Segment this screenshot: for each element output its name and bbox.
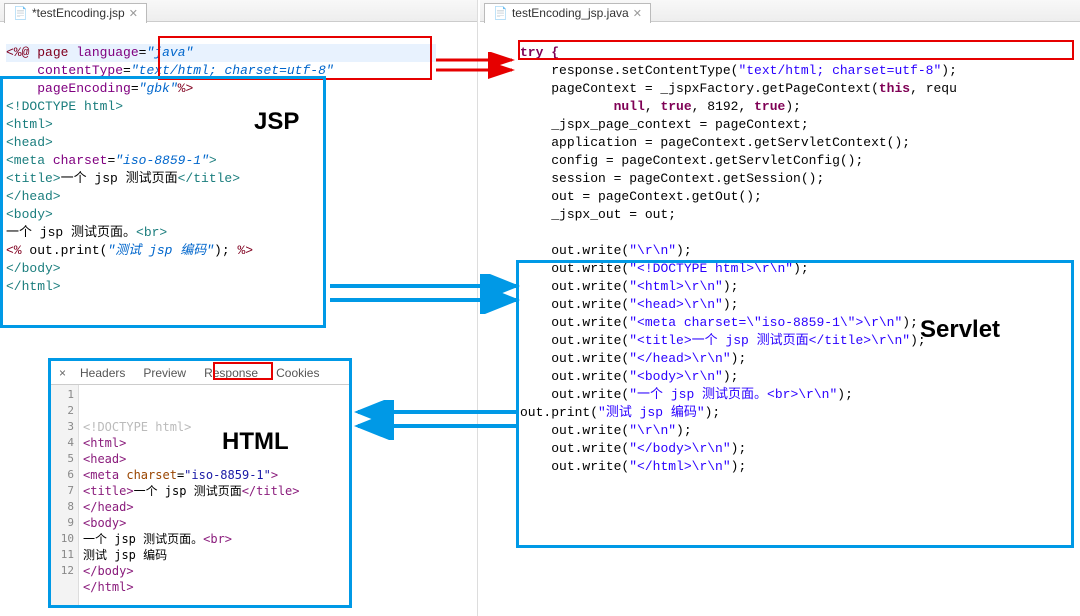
dev-doctype: <!DOCTYPE html> xyxy=(83,420,191,434)
java-pagectx: pageContext = _jspxFactory.getPageContex… xyxy=(551,81,879,96)
devtools-panel: × Headers Preview Response Cookies 1 2 3… xyxy=(50,360,350,608)
jsp-enc-val: "gbk" xyxy=(139,81,178,96)
jsp-body-close: </body> xyxy=(6,261,61,276)
jsp-title-open: <title> xyxy=(6,171,61,186)
jsp-scriptlet-end: ); xyxy=(214,243,230,258)
java-write-head: "<head>\r\n" xyxy=(629,297,723,312)
java-write-meta: "<meta charset=\"iso-8859-1\">\r\n" xyxy=(629,315,902,330)
jsp-scriptlet-str: "测试 jsp 编码" xyxy=(107,243,214,258)
java-code-area[interactable]: try { response.setContentType("text/html… xyxy=(480,22,1080,480)
jsp-html-open: <html> xyxy=(6,117,53,132)
java-l7: session = pageContext.getSession(); xyxy=(551,171,824,186)
jsp-scriptlet-open: <% xyxy=(6,243,22,258)
java-write-headc: "</head>\r\n" xyxy=(629,351,730,366)
java-print-str: "测试 jsp 编码" xyxy=(598,405,705,420)
jsp-directive-open: <%@ xyxy=(6,45,29,60)
jsp-doctype: <!DOCTYPE html> xyxy=(6,99,123,114)
jsp-title-close: </title> xyxy=(178,171,240,186)
java-write-body: "<body>\r\n" xyxy=(629,369,723,384)
jsp-head-open: <head> xyxy=(6,135,53,150)
jsp-body-open: <body> xyxy=(6,207,53,222)
label-servlet: Servlet xyxy=(920,316,1000,344)
jsp-page-kw: page xyxy=(37,45,68,60)
jsp-ct-attr: contentType xyxy=(37,63,123,78)
dev-body-open: <body> xyxy=(83,516,126,530)
file-icon: 📄 xyxy=(13,6,28,20)
java-write-html: "<html>\r\n" xyxy=(629,279,723,294)
close-icon[interactable]: × xyxy=(55,364,70,382)
right-editor-pane: 📄 testEncoding_jsp.java ✕ try { response… xyxy=(480,0,1080,616)
jsp-meta-val: "iso-8859-1" xyxy=(115,153,209,168)
tab-java-file[interactable]: 📄 testEncoding_jsp.java ✕ xyxy=(484,3,651,23)
jsp-title-text: 一个 jsp 测试页面 xyxy=(61,171,178,186)
java-write-bodyc: "</body>\r\n" xyxy=(629,441,730,456)
jsp-meta-open: <meta xyxy=(6,153,45,168)
java-write-doctype: "<!DOCTYPE html>\r\n" xyxy=(629,261,793,276)
java-l8: out = pageContext.getOut(); xyxy=(551,189,762,204)
jsp-br: <br> xyxy=(136,225,167,240)
java-l5: application = pageContext.getServletCont… xyxy=(551,135,910,150)
tab-jsp-file[interactable]: 📄 *testEncoding.jsp ✕ xyxy=(4,3,147,23)
java-l4: _jspx_page_context = pageContext; xyxy=(551,117,808,132)
java-write-htmlc: "</html>\r\n" xyxy=(629,459,730,474)
java-write-title: "<title>一个 jsp 测试页面</title>\r\n" xyxy=(629,333,910,348)
dev-head-close: </head> xyxy=(83,500,134,514)
dev-html-close: </html> xyxy=(83,580,134,594)
java-write-bodytxt: "一个 jsp 测试页面。<br>\r\n" xyxy=(629,387,837,402)
jsp-code-area[interactable]: <%@ page language="java" contentType="te… xyxy=(0,22,477,300)
devtools-gutter: 1 2 3 4 5 6 7 8 9 10 11 12 xyxy=(51,385,79,607)
jsp-lang-attr: language xyxy=(76,45,138,60)
java-write-rn: "\r\n" xyxy=(629,243,676,258)
jsp-body-text: 一个 jsp 测试页面。 xyxy=(6,225,136,240)
java-close: ); xyxy=(941,63,957,78)
devtools-code[interactable]: <!DOCTYPE html> <html> <head> <meta char… xyxy=(83,387,300,595)
label-html: HTML xyxy=(222,428,289,456)
jsp-head-close: </head> xyxy=(6,189,61,204)
devtools-tab-headers[interactable]: Headers xyxy=(72,364,133,382)
tab-label: *testEncoding.jsp xyxy=(32,6,125,20)
left-tab-bar: 📄 *testEncoding.jsp ✕ xyxy=(0,0,477,22)
java-try: try { xyxy=(520,45,559,60)
right-tab-bar: 📄 testEncoding_jsp.java ✕ xyxy=(480,0,1080,22)
jsp-enc-attr: pageEncoding xyxy=(37,81,131,96)
devtools-tab-response[interactable]: Response xyxy=(196,364,266,382)
close-icon[interactable]: ✕ xyxy=(633,7,642,20)
file-icon: 📄 xyxy=(493,6,508,20)
java-write-rn2: "\r\n" xyxy=(629,423,676,438)
jsp-ct-val: "text/html; charset=utf-8" xyxy=(131,63,334,78)
java-l6: config = pageContext.getServletConfig(); xyxy=(551,153,863,168)
java-true2: true xyxy=(754,99,785,114)
devtools-tabs: × Headers Preview Response Cookies xyxy=(51,361,349,385)
jsp-directive-close: %> xyxy=(178,81,194,96)
java-setcontenttype: response.setContentType( xyxy=(551,63,738,78)
jsp-scriptlet: out.print( xyxy=(29,243,107,258)
tab-label: testEncoding_jsp.java xyxy=(512,6,629,20)
java-null: null xyxy=(614,99,645,114)
devtools-tab-cookies[interactable]: Cookies xyxy=(268,364,327,382)
java-this: this xyxy=(879,81,910,96)
jsp-html-close: </html> xyxy=(6,279,61,294)
java-setcontenttype-str: "text/html; charset=utf-8" xyxy=(738,63,941,78)
dev-text-encoding: 测试 jsp 编码 xyxy=(83,548,167,562)
jsp-scriptlet-close: %> xyxy=(237,243,253,258)
close-icon[interactable]: ✕ xyxy=(129,7,138,20)
java-true1: true xyxy=(660,99,691,114)
dev-body-close: </body> xyxy=(83,564,134,578)
jsp-lang-val: "java" xyxy=(146,45,193,60)
devtools-tab-preview[interactable]: Preview xyxy=(135,364,194,382)
java-l9: _jspx_out = out; xyxy=(551,207,676,222)
label-jsp: JSP xyxy=(254,108,299,136)
dev-html-open: <html> xyxy=(83,436,126,450)
dev-head-open: <head> xyxy=(83,452,126,466)
jsp-meta-close: > xyxy=(209,153,217,168)
jsp-meta-attr: charset xyxy=(53,153,108,168)
java-l2c: , requ xyxy=(910,81,957,96)
